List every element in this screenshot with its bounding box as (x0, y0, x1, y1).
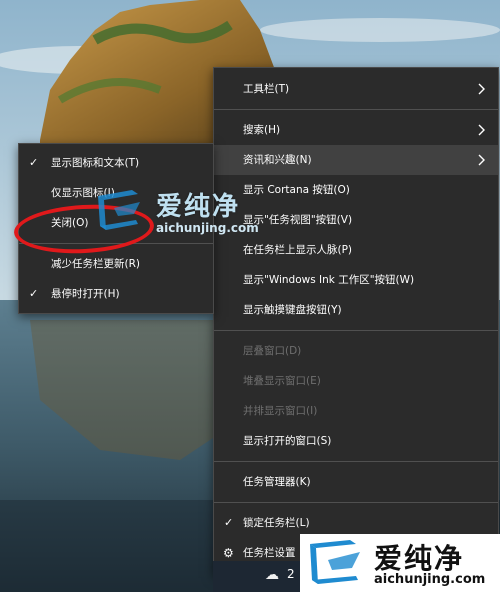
menu-item-search[interactable]: 搜索(H) (214, 115, 498, 145)
menu-item-label: 显示"Windows Ink 工作区"按钮(W) (243, 274, 415, 286)
menu-item-label: 显示触摸键盘按钮(Y) (243, 304, 342, 316)
menu-item-label: 任务栏设置 (243, 547, 296, 559)
watermark-title: 爱纯净 (374, 542, 465, 575)
chevron-right-icon (478, 83, 485, 95)
menu-item-label: 锁定任务栏(L) (243, 517, 310, 529)
submenu-item-open-on-hover[interactable]: ✓ 悬停时打开(H) (19, 279, 213, 309)
watermark-url: aichunjing.com (156, 221, 259, 235)
menu-item-stack-windows: 堆叠显示窗口(E) (214, 366, 498, 396)
menu-item-label: 堆叠显示窗口(E) (243, 375, 321, 387)
menu-item-show-windows-ink-button[interactable]: 显示"Windows Ink 工作区"按钮(W) (214, 265, 498, 295)
chevron-right-icon (478, 154, 485, 166)
menu-item-label: 任务管理器(K) (243, 476, 311, 488)
menu-item-label: 显示打开的窗口(S) (243, 435, 332, 447)
menu-item-label: 显示图标和文本(T) (51, 157, 140, 169)
menu-item-label: 减少任务栏更新(R) (51, 258, 140, 270)
submenu-item-reduce-taskbar-updates[interactable]: 减少任务栏更新(R) (19, 249, 213, 279)
checkmark-icon: ✓ (29, 287, 39, 300)
cloud-icon[interactable]: ☁ (265, 567, 279, 583)
menu-item-show-touch-keyboard-button[interactable]: 显示触摸键盘按钮(Y) (214, 295, 498, 325)
menu-item-label: 资讯和兴趣(N) (243, 154, 312, 166)
menu-item-cascade-windows: 层叠窗口(D) (214, 336, 498, 366)
menu-item-label: 工具栏(T) (243, 83, 290, 95)
menu-item-label: 层叠窗口(D) (243, 345, 302, 357)
menu-item-label: 搜索(H) (243, 124, 281, 136)
menu-divider (214, 461, 498, 462)
menu-item-label: 悬停时打开(H) (51, 288, 120, 300)
menu-item-show-desktop-windows[interactable]: 显示打开的窗口(S) (214, 426, 498, 456)
taskbar-context-menu: 工具栏(T) 搜索(H) 资讯和兴趣(N) 显示 Cortana 按钮(O) 显… (213, 67, 499, 575)
watermark-corner: 爱纯净 aichunjing.com (300, 534, 500, 592)
watermark-logo-icon (310, 540, 360, 584)
taskbar: ☁ 2 (213, 561, 303, 592)
chevron-right-icon (478, 124, 485, 136)
checkmark-icon: ✓ (29, 156, 39, 169)
menu-item-label: 并排显示窗口(I) (243, 405, 318, 417)
menu-divider (214, 330, 498, 331)
menu-divider (214, 109, 498, 110)
menu-item-side-by-side-windows: 并排显示窗口(I) (214, 396, 498, 426)
watermark-center: 爱纯净 aichunjing.com (92, 186, 272, 246)
watermark-url: aichunjing.com (374, 572, 486, 587)
submenu-item-show-icon-and-text[interactable]: ✓ 显示图标和文本(T) (19, 148, 213, 178)
menu-item-task-manager[interactable]: 任务管理器(K) (214, 467, 498, 497)
checkmark-icon: ✓ (224, 516, 234, 529)
watermark-title: 爱纯净 (156, 192, 241, 222)
watermark-logo-icon (98, 190, 140, 230)
menu-item-news-and-interests[interactable]: 资讯和兴趣(N) (214, 145, 498, 175)
weather-temperature[interactable]: 2 (287, 567, 295, 581)
menu-divider (214, 502, 498, 503)
menu-item-toolbars[interactable]: 工具栏(T) (214, 74, 498, 104)
